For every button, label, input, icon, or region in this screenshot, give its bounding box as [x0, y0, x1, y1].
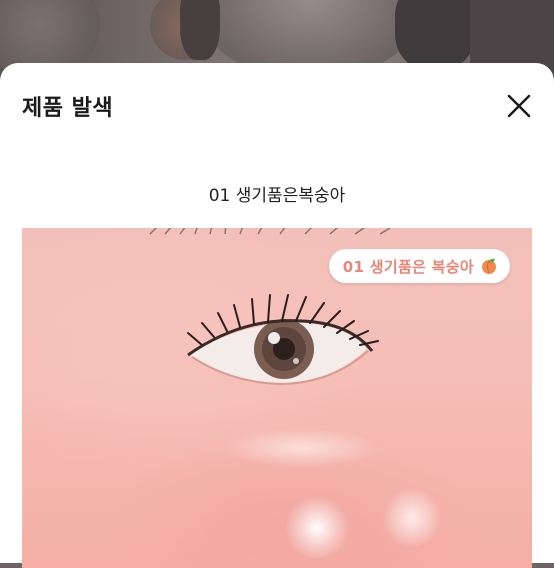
close-button[interactable] — [506, 93, 532, 119]
shade-badge-label: 01 생기품은 복숭아 — [342, 257, 474, 276]
brow-hairs — [149, 228, 391, 235]
eye-illustration — [187, 294, 379, 386]
shade-badge: 01 생기품은 복숭아 — [328, 249, 510, 283]
color-swatch-sheet: 제품 발색 01 생기품은복숭아 01 생기품은 복숭아 — [0, 63, 554, 568]
close-icon — [507, 94, 531, 118]
glitter-highlight — [282, 498, 352, 558]
peach-icon — [482, 258, 496, 274]
swatch-photo: 01 생기품은 복숭아 — [22, 228, 532, 568]
glitter-highlight — [222, 428, 382, 468]
shade-name: 01 생기품은복숭아 — [208, 186, 346, 206]
sheet-title: 제품 발색 — [22, 96, 114, 121]
glitter-highlight — [382, 488, 442, 548]
